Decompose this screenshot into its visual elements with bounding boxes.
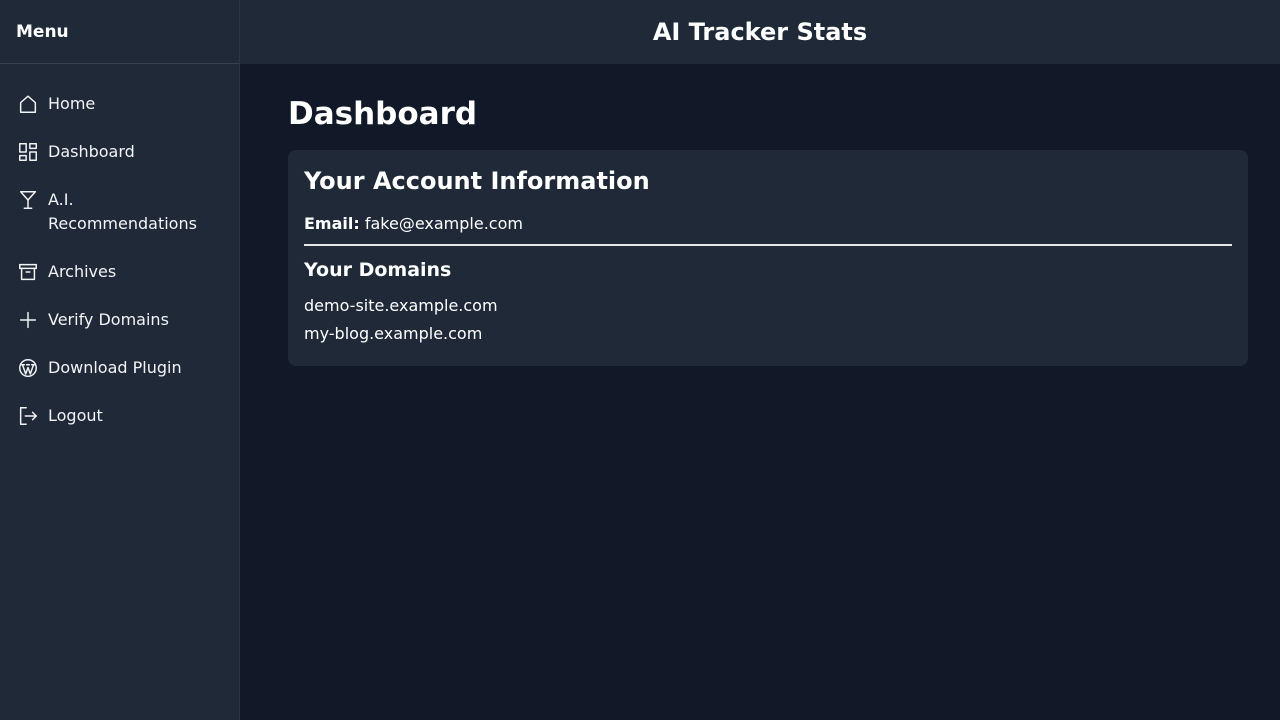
sidebar-item-download-plugin[interactable]: Download Plugin <box>0 344 239 392</box>
email-value: fake@example.com <box>364 214 523 233</box>
sidebar-nav: Home Dashboard A.I. Recommendations Arch… <box>0 64 239 440</box>
archive-icon <box>16 260 40 284</box>
main-content: Dashboard Your Account Information Email… <box>288 64 1248 366</box>
app-title: AI Tracker Stats <box>652 18 868 46</box>
sidebar-item-ai-recommendations[interactable]: A.I. Recommendations <box>0 176 239 248</box>
sidebar-item-archives[interactable]: Archives <box>0 248 239 296</box>
email-row: Email: fake@example.com <box>304 212 1232 236</box>
sidebar-item-label: Logout <box>48 406 103 425</box>
page-title: Dashboard <box>288 96 478 132</box>
sidebar-item-logout[interactable]: Logout <box>0 392 239 440</box>
list-item: demo-site.example.com <box>304 296 498 315</box>
sidebar-item-verify-domains[interactable]: Verify Domains <box>0 296 239 344</box>
sidebar-title: Menu <box>16 21 69 42</box>
dashboard-icon <box>16 140 40 164</box>
sidebar-item-home[interactable]: Home <box>0 80 239 128</box>
sidebar-item-label: Dashboard <box>48 142 135 161</box>
sidebar: Menu Home Dashboard A.I. Recommendations… <box>0 0 240 720</box>
sidebar-item-label: Download Plugin <box>48 358 182 377</box>
sidebar-header: Menu <box>0 0 239 64</box>
domains-title: Your Domains <box>304 259 452 281</box>
sidebar-item-label: Archives <box>48 262 117 281</box>
sidebar-item-dashboard[interactable]: Dashboard <box>0 128 239 176</box>
divider <box>304 244 1232 246</box>
sidebar-item-label: Verify Domains <box>48 310 169 329</box>
plus-icon <box>16 308 40 332</box>
wordpress-icon <box>16 356 40 380</box>
logout-icon <box>16 404 40 428</box>
cocktail-icon <box>16 188 40 212</box>
list-item: my-blog.example.com <box>304 324 483 343</box>
sidebar-item-label: Home <box>48 94 96 113</box>
email-label: Email: <box>304 214 360 233</box>
account-info-card: Your Account Information Email: fake@exa… <box>288 150 1248 366</box>
domain-list: demo-site.example.com my-blog.example.co… <box>304 292 1232 348</box>
top-bar: AI Tracker Stats <box>240 0 1280 64</box>
sidebar-item-label: A.I. Recommendations <box>48 190 197 233</box>
home-icon <box>16 92 40 116</box>
card-title: Your Account Information <box>304 167 650 195</box>
